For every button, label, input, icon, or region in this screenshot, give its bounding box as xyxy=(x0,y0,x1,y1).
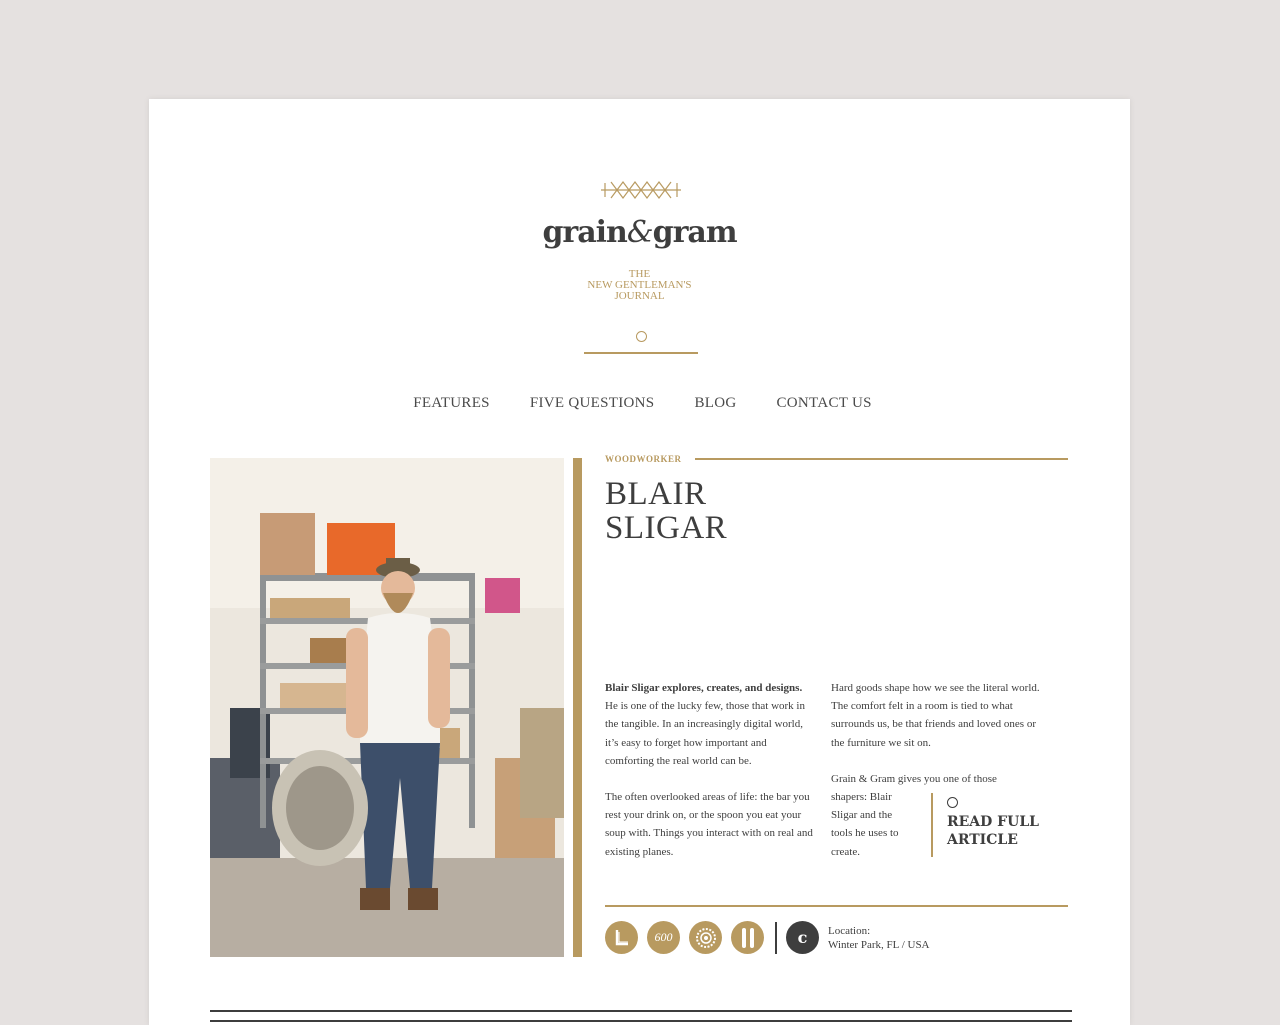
main-nav: FEATURES FIVE QUESTIONS BLOG CONTACT US xyxy=(149,395,1130,412)
icon-letter: c xyxy=(797,928,808,947)
nav-item-features[interactable]: FEATURES xyxy=(413,395,490,412)
gold-vertical-bar xyxy=(573,458,582,957)
category-divider xyxy=(695,458,1068,460)
footer-divider xyxy=(210,1020,1072,1022)
title-line: SLIGAR xyxy=(605,510,728,546)
footer-divider xyxy=(210,1010,1072,1012)
utensils-icon[interactable] xyxy=(731,921,764,954)
icons-separator xyxy=(775,921,777,954)
read-full-article-link[interactable]: READ FULL ARTICLE xyxy=(931,793,1051,857)
article-column-1: Blair Sligar explores, creates, and desi… xyxy=(605,679,817,879)
lead-text: Blair Sligar explores, creates, and desi… xyxy=(605,682,803,694)
logo-ornament-icon xyxy=(601,181,681,199)
saw-blade-icon[interactable] xyxy=(689,921,722,954)
chair-icon[interactable] xyxy=(605,921,638,954)
location-label: Location: xyxy=(828,924,871,937)
paragraph: The often overlooked areas of life: the … xyxy=(605,791,813,858)
brand-ampersand: & xyxy=(626,215,654,250)
ring-icon xyxy=(636,331,647,342)
location: Location: Winter Park, FL / USA xyxy=(828,924,930,952)
grit-label: 600 xyxy=(654,930,673,944)
ring-icon xyxy=(947,797,958,808)
paragraph: Hard goods shape how we see the literal … xyxy=(831,682,1040,749)
tagline-line: JOURNAL xyxy=(614,290,665,302)
location-value: Winter Park, FL / USA xyxy=(828,938,930,951)
paragraph: Blair Sligar explores, creates, and desi… xyxy=(605,679,817,770)
grit-600-icon[interactable]: 600 xyxy=(647,921,680,954)
brand-name-gram: gram xyxy=(652,215,738,250)
tagline: THE NEW GENTLEMAN'S JOURNAL xyxy=(149,269,1130,302)
icons-divider xyxy=(605,905,1068,907)
paragraph-text: He is one of the lucky few, those that w… xyxy=(605,700,805,767)
page-card: grain&gram THE NEW GENTLEMAN'S JOURNAL F… xyxy=(149,99,1130,1025)
feature-photo[interactable] xyxy=(210,458,564,957)
paragraph-line: Grain & Gram gives you one of those xyxy=(831,772,997,785)
category-label[interactable]: WOODWORKER xyxy=(605,454,682,464)
paragraph-text: shapers: Blair Sligar and the tools he u… xyxy=(831,791,899,858)
nav-item-five-questions[interactable]: FIVE QUESTIONS xyxy=(530,395,655,412)
header-divider xyxy=(584,352,698,354)
tag-icons-row: 600 c Location: Winter Park, FL / USA xyxy=(605,921,930,954)
nav-item-blog[interactable]: BLOG xyxy=(694,395,736,412)
brand-name-grain: grain xyxy=(542,215,627,250)
title-line: BLAIR xyxy=(605,476,707,512)
brand-logo[interactable]: grain&gram xyxy=(149,215,1130,250)
read-more-label: READ FULL ARTICLE xyxy=(947,814,1040,848)
feature-title[interactable]: BLAIR SLIGAR xyxy=(605,477,727,545)
category-c-icon[interactable]: c xyxy=(786,921,819,954)
nav-item-contact-us[interactable]: CONTACT US xyxy=(776,395,871,412)
